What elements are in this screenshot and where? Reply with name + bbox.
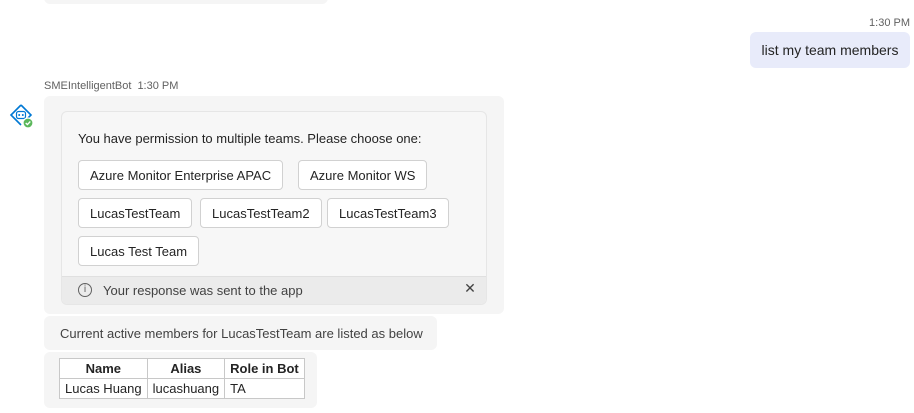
user-message-bubble: list my team members — [750, 32, 910, 68]
card-prompt: You have permission to multiple teams. P… — [78, 131, 422, 146]
team-button-azure-monitor-enterprise-apac[interactable]: Azure Monitor Enterprise APAC — [78, 160, 284, 190]
bot-avatar[interactable] — [8, 103, 34, 129]
members-table: Name Alias Role in Bot Lucas Huang lucas… — [59, 358, 305, 399]
team-button-lucastestteam3[interactable]: LucasTestTeam3 — [327, 198, 449, 228]
response-sent-text: Your response was sent to the app — [103, 283, 303, 298]
user-message-text: list my team members — [761, 42, 899, 58]
table-cell-role: TA — [224, 378, 305, 399]
bot-message-time: 1:30 PM — [137, 80, 179, 92]
table-cell-name: Lucas Huang — [59, 378, 148, 399]
team-button-azure-monitor-ws[interactable]: Azure Monitor WS — [298, 160, 428, 190]
azure-bot-icon — [9, 104, 34, 129]
members-message-text: Current active members for LucasTestTeam… — [60, 325, 423, 341]
user-message-time: 1:30 PM — [869, 17, 910, 29]
info-icon: i — [78, 283, 92, 297]
table-header-row: Name Alias Role in Bot — [59, 358, 305, 379]
team-button-lucastestteam[interactable]: LucasTestTeam — [78, 198, 193, 228]
close-icon[interactable]: ✕ — [462, 281, 478, 297]
bot-name: SMEIntelligentBot — [44, 80, 132, 92]
table-row: Lucas Huang lucashuang TA — [59, 378, 305, 399]
team-button-lucastestteam2[interactable]: LucasTestTeam2 — [200, 198, 322, 228]
members-message-bubble: Current active members for LucasTestTeam… — [44, 316, 437, 350]
online-status-icon — [22, 117, 34, 129]
column-header-role: Role in Bot — [224, 358, 305, 379]
bot-message-header: SMEIntelligentBot 1:30 PM — [44, 80, 178, 92]
card-response-footer: i Your response was sent to the app ✕ — [62, 276, 486, 304]
table-cell-alias: lucashuang — [146, 378, 226, 399]
column-header-name: Name — [59, 358, 148, 379]
previous-message-fragment — [44, 0, 328, 4]
column-header-alias: Alias — [146, 358, 226, 379]
team-button-lucas-test-team[interactable]: Lucas Test Team — [78, 236, 200, 266]
adaptive-card: You have permission to multiple teams. P… — [61, 111, 487, 305]
